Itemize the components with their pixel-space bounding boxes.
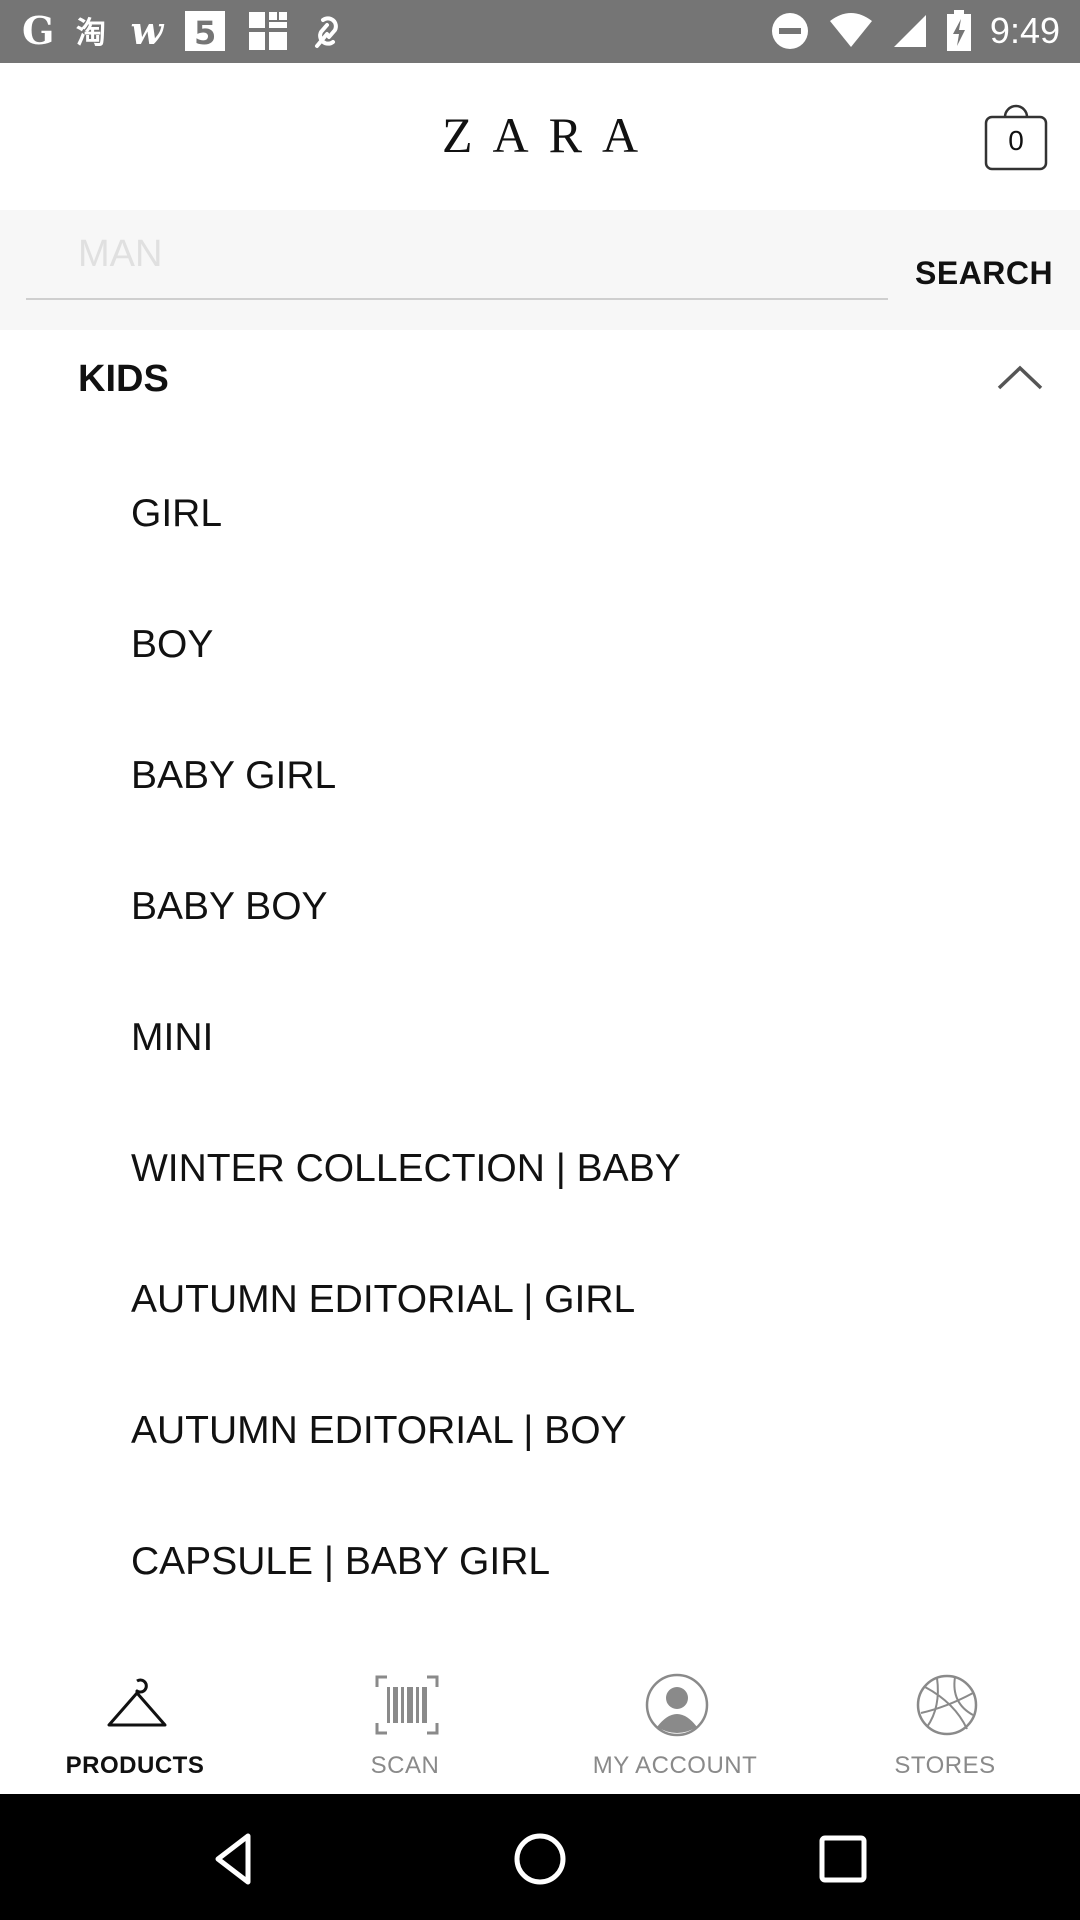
cart-count: 0 <box>1008 125 1024 156</box>
nav-stores[interactable]: STORES <box>810 1640 1080 1794</box>
list-item[interactable]: GIRL <box>0 448 1080 579</box>
svg-text:淘: 淘 <box>76 16 106 49</box>
hanger-icon <box>107 1678 167 1727</box>
grid-app-icon <box>249 12 288 50</box>
google-icon: G <box>22 8 55 53</box>
status-bar: G 淘 w 5 9:49 <box>0 0 1080 63</box>
list-item[interactable]: CAPSULE | BABY GIRL <box>0 1496 1080 1627</box>
w-icon: w <box>130 8 164 53</box>
chevron-up-icon[interactable] <box>995 362 1045 392</box>
nav-scan[interactable]: SCAN <box>270 1640 540 1794</box>
battery-charging-icon <box>946 10 971 51</box>
account-icon <box>645 1673 709 1737</box>
nav-label: STORES <box>894 1752 996 1779</box>
system-navigation-bar <box>0 1794 1080 1920</box>
nav-products[interactable]: PRODUCTS <box>0 1640 270 1794</box>
taobao-icon: 淘 <box>76 16 106 49</box>
link-icon <box>315 16 339 48</box>
cart-button[interactable]: 0 <box>983 103 1049 173</box>
search-button[interactable]: SEARCH <box>915 255 1053 292</box>
list-item[interactable]: WINTER COLLECTION | BABY <box>0 1103 1080 1234</box>
html5-icon: 5 <box>185 11 226 52</box>
list-item[interactable]: AUTUMN EDITORIAL | BOY <box>0 1365 1080 1496</box>
nav-my-account[interactable]: MY ACCOUNT <box>540 1640 810 1794</box>
list-item[interactable]: MINI <box>0 972 1080 1103</box>
zara-logo[interactable]: ZARA <box>0 106 1080 164</box>
search-bar: SEARCH <box>0 210 1080 330</box>
back-icon[interactable] <box>200 1824 270 1894</box>
do-not-disturb-icon <box>771 13 808 49</box>
nav-label: SCAN <box>370 1752 440 1779</box>
home-icon[interactable] <box>505 1824 575 1894</box>
clock: 9:49 <box>989 10 1060 51</box>
nav-label: PRODUCTS <box>65 1752 205 1779</box>
recents-icon[interactable] <box>808 1824 878 1894</box>
system-indicators: 9:49 <box>770 8 1060 54</box>
globe-icon <box>916 1674 978 1736</box>
list-item[interactable]: BABY GIRL <box>0 710 1080 841</box>
category-list: GIRL BOY BABY GIRL BABY BOY MINI WINTER … <box>0 448 1080 1627</box>
app-header: ZARA 0 <box>0 63 1080 210</box>
bottom-navigation: PRODUCTS SCAN MY ACCOUNT STORES <box>0 1640 1080 1794</box>
section-title-kids[interactable]: KIDS <box>78 358 169 401</box>
barcode-icon <box>375 1675 439 1735</box>
nav-label: MY ACCOUNT <box>592 1752 758 1779</box>
list-item[interactable]: BOY <box>0 579 1080 710</box>
svg-text:5: 5 <box>194 14 216 52</box>
list-item[interactable]: BABY BOY <box>0 841 1080 972</box>
search-input[interactable] <box>26 210 888 300</box>
notification-icons: G 淘 w 5 <box>22 8 347 54</box>
list-item[interactable]: AUTUMN EDITORIAL | GIRL <box>0 1234 1080 1365</box>
signal-icon <box>893 15 926 47</box>
wifi-icon <box>829 13 872 47</box>
